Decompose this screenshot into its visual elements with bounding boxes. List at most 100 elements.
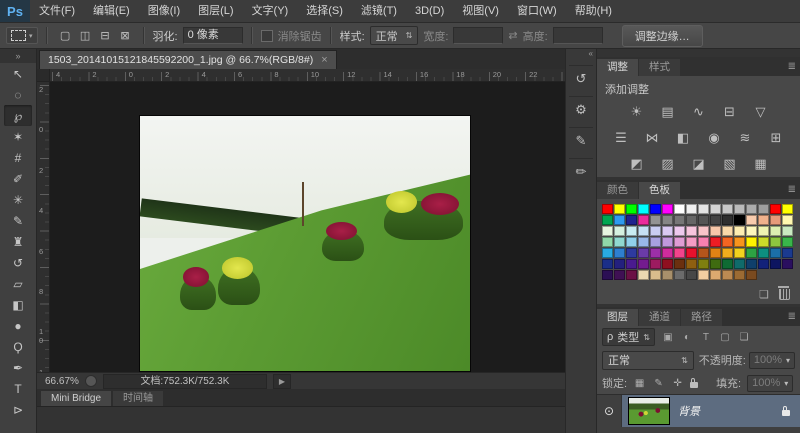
- color-swatch[interactable]: [734, 270, 745, 280]
- color-swatch[interactable]: [614, 215, 625, 225]
- menu-item[interactable]: 文件(F): [30, 0, 84, 22]
- color-swatch[interactable]: [746, 226, 757, 236]
- color-swatch[interactable]: [746, 204, 757, 214]
- color-swatch[interactable]: [674, 270, 685, 280]
- color-swatch[interactable]: [698, 226, 709, 236]
- color-swatch[interactable]: [734, 237, 745, 247]
- color-swatch[interactable]: [686, 204, 697, 214]
- color-swatch[interactable]: [698, 270, 709, 280]
- panel-menu-icon[interactable]: ≣: [788, 184, 796, 195]
- tab-adjustments[interactable]: 调整: [597, 59, 638, 76]
- color-swatch[interactable]: [602, 248, 613, 258]
- color-swatch[interactable]: [674, 215, 685, 225]
- color-swatch[interactable]: [638, 226, 649, 236]
- style-dropdown[interactable]: 正常 ⇅: [370, 26, 419, 45]
- color-swatch[interactable]: [626, 248, 637, 258]
- threshold-icon[interactable]: ◪: [690, 156, 708, 172]
- menu-item[interactable]: 视图(V): [453, 0, 508, 22]
- color-swatch[interactable]: [686, 248, 697, 258]
- channel-mixer-icon[interactable]: ≋: [736, 130, 754, 146]
- color-lookup-icon[interactable]: ⊞: [767, 130, 785, 146]
- feather-input[interactable]: 0 像素: [183, 27, 243, 44]
- color-swatch[interactable]: [782, 237, 793, 247]
- properties-panel-icon[interactable]: ⚙: [569, 96, 593, 123]
- gradient-tool[interactable]: ◧: [4, 294, 32, 315]
- height-input[interactable]: [553, 27, 603, 44]
- eyedropper-tool[interactable]: ✐: [4, 168, 32, 189]
- color-swatch[interactable]: [758, 248, 769, 258]
- color-swatch[interactable]: [782, 259, 793, 269]
- spot-healing-brush-tool[interactable]: ✳: [4, 189, 32, 210]
- color-swatch[interactable]: [770, 237, 781, 247]
- color-swatch[interactable]: [770, 226, 781, 236]
- color-swatch[interactable]: [662, 226, 673, 236]
- filter-pixel-icon[interactable]: ▣: [660, 329, 676, 345]
- color-swatch[interactable]: [674, 237, 685, 247]
- color-swatch[interactable]: [674, 248, 685, 258]
- layer-row-background[interactable]: ⊙ 背景: [597, 395, 800, 427]
- color-swatch[interactable]: [674, 259, 685, 269]
- close-icon[interactable]: ×: [321, 54, 327, 66]
- color-swatch[interactable]: [746, 215, 757, 225]
- clone-stamp-tool[interactable]: ♜: [4, 231, 32, 252]
- brush-presets-panel-icon[interactable]: ✏: [569, 158, 593, 185]
- color-swatch[interactable]: [710, 204, 721, 214]
- history-panel-icon[interactable]: ↺: [569, 65, 593, 92]
- color-swatch[interactable]: [746, 270, 757, 280]
- color-swatch[interactable]: [710, 237, 721, 247]
- brush-panel-icon[interactable]: ✎: [569, 127, 593, 154]
- color-swatch[interactable]: [758, 226, 769, 236]
- color-swatch[interactable]: [698, 248, 709, 258]
- color-swatch[interactable]: [710, 259, 721, 269]
- canvas-image[interactable]: [139, 115, 471, 372]
- brightness-contrast-icon[interactable]: ☀: [628, 104, 646, 120]
- path-selection-tool[interactable]: ⊳: [4, 399, 32, 420]
- menu-item[interactable]: 图像(I): [139, 0, 189, 22]
- toolbar-collapse-button[interactable]: »: [0, 49, 36, 63]
- menu-item[interactable]: 帮助(H): [566, 0, 621, 22]
- tab-paths[interactable]: 路径: [681, 309, 722, 326]
- color-swatch[interactable]: [710, 226, 721, 236]
- color-swatch[interactable]: [698, 204, 709, 214]
- color-swatch[interactable]: [782, 248, 793, 258]
- black-white-icon[interactable]: ◧: [674, 130, 692, 146]
- invert-icon[interactable]: ◩: [628, 156, 646, 172]
- menu-item[interactable]: 滤镜(T): [352, 0, 406, 22]
- tab-mini-bridge[interactable]: Mini Bridge: [41, 391, 111, 406]
- color-swatch[interactable]: [734, 248, 745, 258]
- color-swatch[interactable]: [698, 259, 709, 269]
- color-swatch[interactable]: [614, 270, 625, 280]
- width-input[interactable]: [453, 27, 503, 44]
- color-swatch[interactable]: [626, 226, 637, 236]
- levels-icon[interactable]: ▤: [659, 104, 677, 120]
- expand-dock-button[interactable]: «: [566, 49, 596, 61]
- color-swatch[interactable]: [746, 237, 757, 247]
- intersect-selection-button[interactable]: ⊠: [116, 27, 135, 45]
- color-swatch[interactable]: [650, 226, 661, 236]
- color-swatch[interactable]: [782, 204, 793, 214]
- lock-transparency-icon[interactable]: ▦: [633, 378, 646, 389]
- curves-icon[interactable]: ∿: [690, 104, 708, 120]
- exposure-icon[interactable]: ⊟: [721, 104, 739, 120]
- tab-timeline[interactable]: 时间轴: [113, 391, 163, 406]
- color-swatch[interactable]: [602, 226, 613, 236]
- opacity-value[interactable]: 100% ▾: [749, 352, 795, 369]
- move-tool[interactable]: ↖: [4, 63, 32, 84]
- type-tool[interactable]: T: [4, 378, 32, 399]
- color-swatch[interactable]: [650, 204, 661, 214]
- delete-swatch-icon[interactable]: [779, 289, 790, 300]
- menu-item[interactable]: 选择(S): [297, 0, 352, 22]
- filter-smart-icon[interactable]: ❏: [736, 329, 752, 345]
- document-tab[interactable]: 1503_20141015121845592200_1.jpg @ 66.7%(…: [39, 50, 337, 69]
- color-swatch[interactable]: [722, 270, 733, 280]
- tab-channels[interactable]: 通道: [639, 309, 680, 326]
- lock-pixels-icon[interactable]: ✎: [652, 378, 665, 389]
- color-swatch[interactable]: [626, 204, 637, 214]
- color-swatch[interactable]: [734, 259, 745, 269]
- color-swatch[interactable]: [698, 215, 709, 225]
- color-swatch[interactable]: [734, 215, 745, 225]
- color-swatch[interactable]: [602, 270, 613, 280]
- panel-menu-icon[interactable]: ≣: [788, 311, 796, 322]
- blur-tool[interactable]: ●: [4, 315, 32, 336]
- color-swatch[interactable]: [650, 215, 661, 225]
